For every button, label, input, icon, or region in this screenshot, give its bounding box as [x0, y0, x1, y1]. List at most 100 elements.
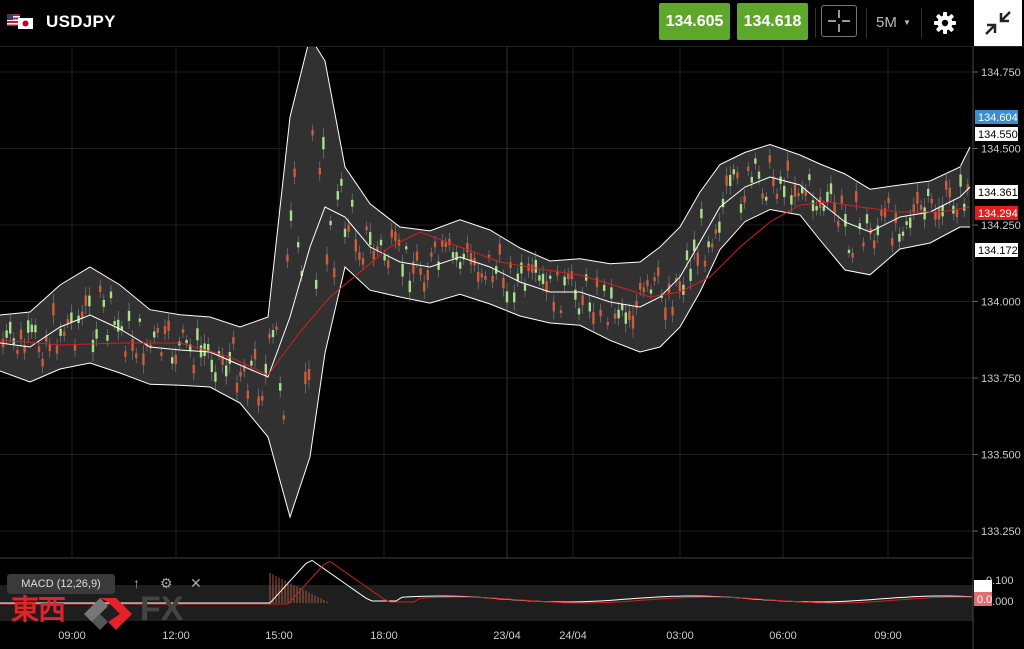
candle-body	[502, 277, 505, 289]
candle-body	[829, 183, 833, 195]
price-tag-text: 134.294	[978, 208, 1018, 220]
candle-body	[581, 295, 584, 306]
collapse-icon	[985, 11, 1011, 35]
macd-value-tag-text: 0.0	[977, 594, 992, 606]
candle-body	[815, 206, 818, 211]
candle-body	[613, 313, 617, 319]
candle-body	[945, 180, 948, 190]
buy-price-button[interactable]: 134.618	[737, 3, 808, 40]
candle-body	[228, 351, 231, 364]
candle-body	[405, 246, 408, 250]
candle-body	[99, 285, 102, 292]
candle-body	[271, 330, 275, 338]
candle-body	[34, 325, 37, 333]
candle-body	[757, 171, 761, 179]
candle-body	[927, 188, 930, 197]
candle-body	[631, 315, 635, 329]
candle-body	[192, 364, 195, 374]
candle-body	[509, 261, 512, 268]
candle-body	[901, 231, 905, 236]
price-tick-label: 133.250	[981, 526, 1021, 538]
candle-body	[369, 232, 372, 245]
divider	[921, 8, 922, 38]
candle-body	[131, 339, 134, 351]
candle-body	[847, 249, 851, 254]
candle-body	[538, 275, 541, 281]
candle-body	[534, 259, 537, 273]
candle-body	[261, 395, 264, 401]
candle-body	[664, 307, 667, 320]
candle-body	[862, 242, 865, 247]
crosshair-button[interactable]	[821, 5, 857, 37]
candle-body	[365, 226, 368, 230]
candle-body	[790, 195, 793, 205]
candle-body	[59, 328, 62, 336]
candle-body	[286, 254, 289, 262]
candle-body	[606, 321, 609, 325]
candle-body	[66, 319, 69, 324]
candle-body	[246, 390, 249, 399]
bollinger-band-fill	[0, 47, 970, 517]
candle-body	[419, 268, 422, 275]
candle-body	[837, 220, 840, 227]
candle-body	[268, 333, 271, 339]
candle-body	[855, 190, 858, 202]
candle-body	[729, 174, 732, 187]
candle-body	[9, 321, 12, 334]
candle-body	[595, 277, 599, 288]
candle-body	[459, 262, 462, 269]
timeframe-selector[interactable]: 5M	[876, 14, 897, 31]
candle-body	[27, 320, 30, 333]
candle-body	[696, 252, 699, 266]
price-tag-text: 134.361	[978, 187, 1018, 199]
candle-body	[628, 311, 631, 320]
candle-body	[408, 280, 411, 293]
candle-body	[703, 260, 707, 267]
logo-fx: FX	[140, 590, 184, 628]
candle-body	[718, 221, 721, 233]
candle-body	[311, 130, 314, 136]
candle-body	[811, 200, 815, 211]
candle-body	[725, 175, 728, 186]
candle-body	[289, 210, 293, 221]
candle-body	[153, 331, 156, 338]
candle-body	[448, 238, 451, 246]
collapse-button[interactable]	[974, 0, 1022, 46]
candle-body	[196, 328, 199, 341]
candle-body	[743, 195, 746, 203]
candle-body	[541, 273, 545, 285]
time-tick-label: 18:00	[370, 630, 398, 642]
candle-body	[102, 299, 105, 307]
candle-body	[912, 204, 915, 213]
candle-body	[721, 198, 725, 208]
candle-body	[48, 344, 51, 352]
candle-body	[109, 291, 113, 299]
price-chart[interactable]: 134.750 134.500 134.250 134.000 133.750 133.5…	[0, 47, 1024, 649]
chevron-down-icon[interactable]: ▼	[903, 18, 911, 27]
candle-body	[5, 330, 8, 338]
candle-body	[617, 309, 620, 319]
gear-icon[interactable]	[933, 11, 957, 35]
candle-body	[491, 275, 494, 283]
candle-body	[480, 273, 483, 278]
candle-body	[786, 160, 789, 171]
candle-body	[142, 353, 145, 365]
symbol-title: USDJPY	[46, 12, 116, 31]
candle-body	[592, 312, 595, 325]
candle-body	[477, 271, 480, 282]
candle-body	[70, 312, 73, 323]
sell-price-button[interactable]: 134.605	[659, 3, 730, 40]
candle-body	[37, 346, 41, 353]
price-tags: 134.604 134.550 134.361 134.294 134.172	[975, 110, 1018, 257]
candle-body	[401, 263, 404, 277]
candle-body	[214, 372, 217, 382]
time-tick-label: 15:00	[265, 630, 293, 642]
candle-body	[451, 252, 455, 259]
candle-body	[563, 276, 566, 286]
price-tick-label: 133.500	[981, 450, 1021, 462]
price-tag-text: 134.550	[978, 129, 1018, 141]
candle-body	[171, 357, 174, 364]
candle-body	[63, 331, 66, 337]
candle-body	[250, 360, 253, 366]
divider	[815, 8, 816, 38]
